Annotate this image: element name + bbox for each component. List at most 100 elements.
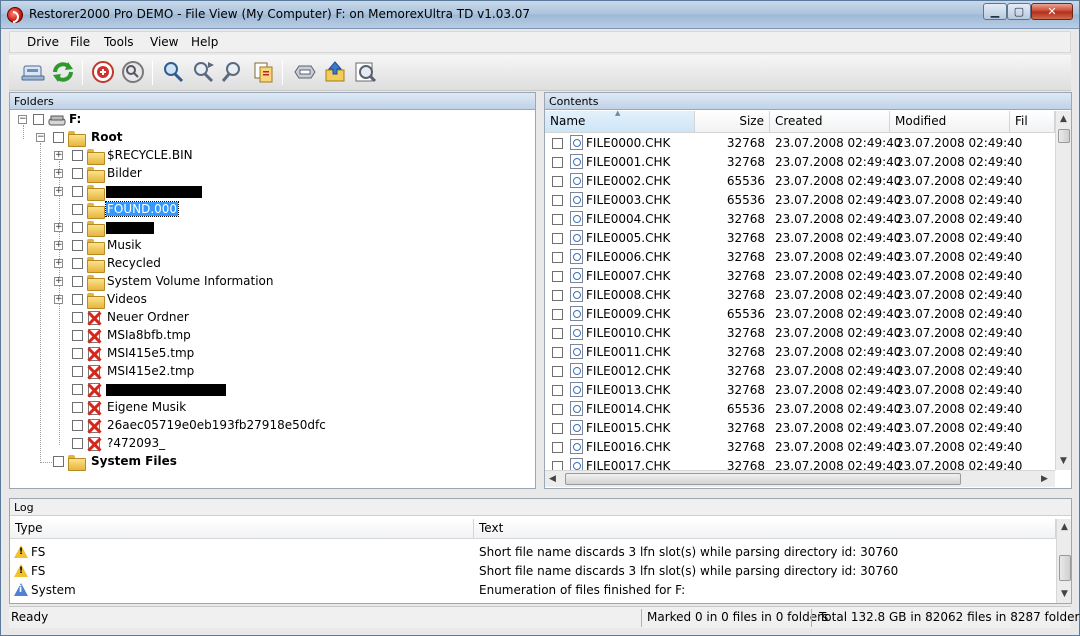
scroll-down-arrow-icon[interactable]: ▼: [1061, 589, 1068, 599]
checkbox[interactable]: [72, 312, 83, 323]
checkbox[interactable]: [72, 222, 83, 233]
log-row[interactable]: System Enumeration of files finished for…: [10, 581, 1050, 600]
table-row[interactable]: FILE0016.CHK 32768 23.07.2008 02:49:40 23.0…: [545, 438, 1055, 457]
minimize-button[interactable]: ▁: [983, 3, 1007, 20]
tree-item-deleted[interactable]: 26aec05719e0eb193fb27918e50dfc: [10, 417, 510, 435]
table-row[interactable]: FILE0006.CHK 32768 23.07.2008 02:49:40 23.0…: [545, 248, 1055, 267]
recover-icon[interactable]: [323, 60, 347, 84]
tree-item[interactable]: + Bilder: [10, 165, 510, 183]
row-checkbox[interactable]: [552, 385, 563, 396]
log-row[interactable]: FS Short file name discards 3 lfn slot(s…: [10, 562, 1050, 581]
table-row[interactable]: FILE0002.CHK 65536 23.07.2008 02:49:40 23.0…: [545, 172, 1055, 191]
table-row[interactable]: FILE0010.CHK 32768 23.07.2008 02:49:40 23.0…: [545, 324, 1055, 343]
scrollbar-thumb[interactable]: [1059, 555, 1071, 581]
row-checkbox[interactable]: [552, 157, 563, 168]
stop-icon[interactable]: [91, 60, 115, 84]
row-checkbox[interactable]: [552, 252, 563, 263]
scan-icon[interactable]: [121, 60, 145, 84]
scroll-up-arrow-icon[interactable]: ▲: [1060, 114, 1067, 124]
drive-icon[interactable]: [21, 60, 45, 84]
scroll-down-arrow-icon[interactable]: ▼: [1060, 456, 1067, 466]
table-row[interactable]: FILE0014.CHK 65536 23.07.2008 02:49:40 23.0…: [545, 400, 1055, 419]
checkbox[interactable]: [72, 186, 83, 197]
refresh-icon[interactable]: [51, 60, 75, 84]
log-column-type[interactable]: Type: [10, 519, 474, 539]
column-header-created[interactable]: Created: [770, 111, 890, 133]
table-row[interactable]: FILE0004.CHK 32768 23.07.2008 02:49:40 23.0…: [545, 210, 1055, 229]
row-checkbox[interactable]: [552, 423, 563, 434]
row-checkbox[interactable]: [552, 138, 563, 149]
checkbox[interactable]: [72, 240, 83, 251]
column-header-name[interactable]: Name ▲: [545, 109, 695, 133]
row-checkbox[interactable]: [552, 347, 563, 358]
checkbox[interactable]: [72, 402, 83, 413]
mask-icon[interactable]: [293, 60, 317, 84]
contents-vertical-scrollbar[interactable]: ▲ ▼: [1055, 111, 1071, 470]
expand-toggle[interactable]: +: [54, 295, 63, 304]
tree-item[interactable]: + Recycled: [10, 255, 510, 273]
menu-drive[interactable]: Drive: [27, 35, 59, 49]
tree-item-deleted[interactable]: MSI415e5.tmp: [10, 345, 510, 363]
row-checkbox[interactable]: [552, 176, 563, 187]
column-header-size[interactable]: Size: [695, 111, 770, 133]
tree-item[interactable]: + Videos: [10, 291, 510, 309]
menu-help[interactable]: Help: [191, 35, 218, 49]
checkbox[interactable]: [72, 150, 83, 161]
tree-item[interactable]: +: [10, 219, 510, 237]
table-row[interactable]: FILE0000.CHK 32768 23.07.2008 02:49:40 23.0…: [545, 134, 1055, 153]
checkbox[interactable]: [72, 420, 83, 431]
expand-toggle[interactable]: +: [54, 187, 63, 196]
expand-toggle[interactable]: +: [54, 277, 63, 286]
app-icon[interactable]: [7, 7, 23, 23]
table-row[interactable]: FILE0008.CHK 32768 23.07.2008 02:49:40 23.0…: [545, 286, 1055, 305]
expand-toggle[interactable]: +: [54, 241, 63, 250]
column-header-filler[interactable]: Fil: [1010, 111, 1055, 133]
table-row[interactable]: FILE0013.CHK 32768 23.07.2008 02:49:40 23.0…: [545, 381, 1055, 400]
tree-item-root[interactable]: − Root: [10, 129, 510, 147]
scrollbar-thumb[interactable]: [1058, 129, 1070, 143]
tree-item-deleted[interactable]: MSIa8bfb.tmp: [10, 327, 510, 345]
scroll-right-arrow-icon[interactable]: ▶: [1041, 474, 1048, 484]
checkbox[interactable]: [53, 132, 64, 143]
checkbox[interactable]: [72, 384, 83, 395]
find-next-icon[interactable]: [191, 60, 215, 84]
tree-item-deleted[interactable]: Neuer Ordner: [10, 309, 510, 327]
tree-item[interactable]: +: [10, 183, 510, 201]
title-bar[interactable]: Restorer2000 Pro DEMO - File View (My Co…: [1, 1, 1079, 29]
expand-toggle[interactable]: +: [54, 259, 63, 268]
menu-file[interactable]: File: [70, 35, 90, 49]
expand-toggle[interactable]: +: [54, 151, 63, 160]
maximize-button[interactable]: ▢: [1007, 3, 1031, 20]
checkbox[interactable]: [72, 330, 83, 341]
scroll-left-arrow-icon[interactable]: ◀: [549, 474, 556, 484]
column-header-modified[interactable]: Modified: [890, 111, 1010, 133]
tree-item[interactable]: + $RECYCLE.BIN: [10, 147, 510, 165]
row-checkbox[interactable]: [552, 328, 563, 339]
row-checkbox[interactable]: [552, 233, 563, 244]
contents-horizontal-scrollbar[interactable]: ◀ ▶: [545, 470, 1055, 487]
checkbox[interactable]: [72, 294, 83, 305]
tree-item[interactable]: + Musik: [10, 237, 510, 255]
table-row[interactable]: FILE0009.CHK 65536 23.07.2008 02:49:40 23.0…: [545, 305, 1055, 324]
log-row[interactable]: FS Short file name discards 3 lfn slot(s…: [10, 543, 1050, 562]
row-checkbox[interactable]: [552, 271, 563, 282]
close-button[interactable]: ✕: [1031, 3, 1073, 20]
tree-item-system-files[interactable]: System Files: [10, 453, 510, 471]
checkbox[interactable]: [53, 456, 64, 467]
collapse-toggle[interactable]: −: [18, 115, 27, 124]
find-previous-icon[interactable]: [221, 60, 245, 84]
row-checkbox[interactable]: [552, 404, 563, 415]
collapse-toggle[interactable]: −: [36, 133, 45, 142]
table-row[interactable]: FILE0012.CHK 32768 23.07.2008 02:49:40 23.0…: [545, 362, 1055, 381]
table-row[interactable]: FILE0011.CHK 32768 23.07.2008 02:49:40 23.0…: [545, 343, 1055, 362]
row-checkbox[interactable]: [552, 214, 563, 225]
row-checkbox[interactable]: [552, 195, 563, 206]
expand-toggle[interactable]: +: [54, 169, 63, 178]
properties-icon[interactable]: [353, 60, 377, 84]
copy-icon[interactable]: [251, 60, 275, 84]
tree-item[interactable]: + System Volume Information: [10, 273, 510, 291]
scroll-up-arrow-icon[interactable]: ▲: [1061, 522, 1068, 532]
tree-item-deleted[interactable]: [10, 381, 510, 399]
row-checkbox[interactable]: [552, 366, 563, 377]
scrollbar-thumb[interactable]: [565, 473, 961, 485]
